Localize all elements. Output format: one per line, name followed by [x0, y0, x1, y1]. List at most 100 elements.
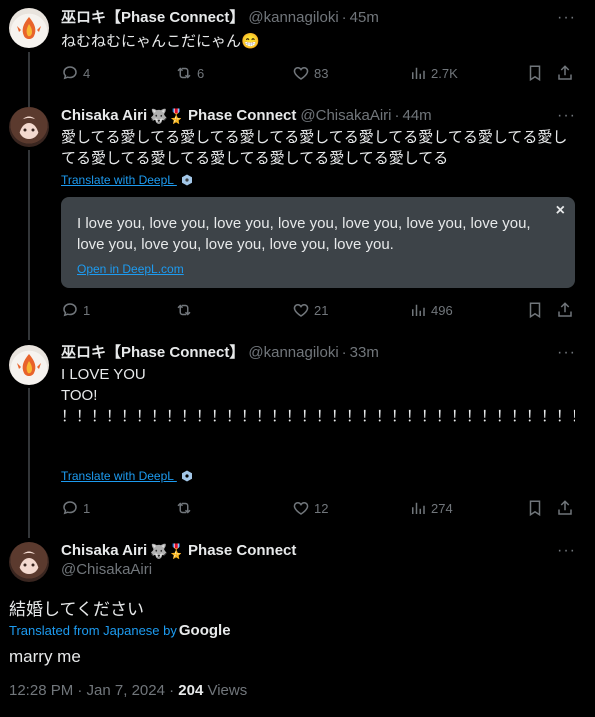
views-button[interactable]: 274 — [409, 498, 453, 518]
views-count: 274 — [431, 500, 453, 516]
bookmark-icon — [529, 500, 541, 517]
retweet-button[interactable]: 6 — [175, 63, 204, 83]
open-deepl-link[interactable]: Open in DeepL.com — [77, 262, 184, 276]
close-icon[interactable]: × — [556, 202, 565, 220]
tweet-header: 巫ロキ【Phase Connect】 @kannagiloki · 33m — [61, 343, 379, 363]
display-name[interactable]: 巫ロキ【Phase Connect】 — [61, 9, 244, 26]
more-options-icon[interactable]: ··· — [557, 543, 575, 564]
like-button[interactable]: 21 — [292, 300, 328, 320]
google-logo: Google — [178, 622, 231, 639]
display-name[interactable]: 巫ロキ【Phase Connect】 — [61, 344, 244, 361]
views-icon — [412, 502, 425, 514]
bookmark-button[interactable] — [526, 300, 544, 320]
tweet-actions: 4 6 83 2.7K — [61, 63, 575, 83]
retweet-icon — [177, 304, 191, 316]
more-options-icon[interactable]: ··· — [557, 345, 575, 366]
like-button[interactable]: 12 — [292, 498, 328, 518]
avatar[interactable] — [9, 345, 49, 385]
tweet-text-line1: I LOVE YOU — [61, 366, 146, 383]
reply-button[interactable]: 1 — [61, 498, 90, 518]
like-count: 12 — [314, 500, 329, 516]
translate-deepl-link[interactable]: Translate with DeepL — [61, 468, 193, 484]
tweet-meta: 12:28 PM · Jan 7, 2024 · 204 Views — [9, 682, 247, 699]
post-time[interactable]: 12:28 PM · Jan 7, 2024 · — [9, 682, 174, 699]
reply-count: 1 — [83, 500, 91, 516]
reply-button[interactable]: 4 — [61, 63, 90, 83]
handle[interactable]: @ChisakaAiri — [300, 107, 391, 124]
display-name[interactable]: Chisaka Airi — [61, 107, 147, 124]
translated-from-label: Translated from Japanese by — [9, 623, 177, 638]
translation-box: I love you, love you, love you, love you… — [61, 197, 575, 288]
avatar[interactable] — [9, 8, 49, 48]
share-button[interactable] — [556, 300, 574, 320]
heart-icon — [293, 303, 309, 317]
more-options-icon[interactable]: ··· — [557, 10, 575, 31]
retweet-button[interactable] — [175, 498, 193, 518]
share-button[interactable] — [556, 63, 574, 83]
main-translation-text: marry me — [9, 647, 81, 666]
tweet-text: TOO! ！！！！！！！！！！！！！！！！！！！！！！！！！！！！！！！！！！！… — [61, 387, 575, 425]
avatar[interactable] — [9, 542, 49, 582]
views-button[interactable]: 2.7K — [409, 63, 458, 83]
retweet-icon — [177, 67, 191, 79]
handle[interactable]: @ChisakaAiri — [61, 561, 152, 578]
reply-icon — [63, 66, 77, 80]
deepl-icon — [181, 470, 192, 482]
reply-button[interactable]: 1 — [61, 300, 90, 320]
like-button[interactable]: 83 — [292, 63, 328, 83]
tweet[interactable]: 巫ロキ【Phase Connect】 @kannagiloki · 33m ··· I… — [0, 337, 595, 532]
wolf-badge-icon: 🐺🎖️ — [150, 108, 186, 124]
main-tweet-text: 結婚してください — [9, 600, 144, 619]
handle[interactable]: @kannagiloki — [248, 9, 338, 26]
display-name[interactable]: Chisaka Airi — [61, 542, 147, 559]
more-options-icon[interactable]: ··· — [557, 108, 575, 129]
deepl-icon — [181, 174, 192, 186]
share-button[interactable] — [556, 498, 574, 518]
translation-text: I love you, love you, love you, love you… — [77, 215, 531, 253]
bookmark-icon — [529, 65, 541, 82]
org-name[interactable]: Phase Connect — [188, 107, 296, 124]
reply-icon — [63, 303, 77, 317]
reply-count: 4 — [83, 65, 91, 81]
timestamp[interactable]: 44m — [403, 107, 432, 124]
like-count: 83 — [314, 65, 329, 81]
bookmark-icon — [529, 302, 541, 319]
tweet-actions: 1 21 496 — [61, 300, 575, 320]
views-icon — [412, 67, 425, 79]
handle[interactable]: @kannagiloki — [248, 344, 338, 361]
tweet-header: 巫ロキ【Phase Connect】 @kannagiloki · 45m — [61, 8, 379, 28]
bookmark-button[interactable] — [526, 63, 544, 83]
views-label: Views — [207, 682, 248, 699]
views-count: 2.7K — [431, 65, 458, 81]
translate-deepl-link[interactable]: Translate with DeepL — [61, 172, 193, 188]
tweet-text: ねむねむにゃんこだにゃん😁 — [61, 33, 260, 50]
wolf-badge-icon: 🐺🎖️ — [150, 543, 186, 559]
org-name[interactable]: Phase Connect — [188, 542, 296, 559]
translated-by-google[interactable]: Translated from Japanese by Google — [9, 622, 231, 639]
timestamp[interactable]: 33m — [350, 344, 379, 361]
separator-dot: · — [394, 107, 400, 124]
views-count: 496 — [431, 302, 453, 318]
retweet-count: 6 — [197, 65, 205, 81]
bookmark-button[interactable] — [526, 498, 544, 518]
share-icon — [558, 500, 572, 515]
tweet-text: 愛してる愛してる愛してる愛してる愛してる愛してる愛してる愛してる愛してる愛してる… — [61, 129, 568, 167]
tweet-actions: 1 12 274 — [61, 498, 575, 518]
views-count: 204 — [178, 682, 204, 699]
tweet[interactable]: 巫ロキ【Phase Connect】 @kannagiloki · 45m ··· ね… — [0, 0, 595, 100]
retweet-icon — [177, 502, 191, 514]
share-icon — [558, 65, 572, 80]
reply-count: 1 — [83, 302, 91, 318]
translate-label: Translate with DeepL — [61, 469, 174, 483]
tweet-header: Chisaka Airi 🐺🎖️ Phase Connect @ChisakaAiri… — [61, 106, 432, 126]
like-count: 21 — [314, 302, 329, 318]
views-button[interactable]: 496 — [409, 300, 453, 320]
share-icon — [558, 302, 572, 317]
main-tweet-header: Chisaka Airi 🐺🎖️ Phase Connect — [61, 541, 296, 561]
views-icon — [412, 304, 425, 316]
retweet-button[interactable] — [175, 300, 193, 320]
timestamp[interactable]: 45m — [350, 9, 379, 26]
heart-icon — [293, 501, 309, 515]
translate-label: Translate with DeepL — [61, 173, 174, 187]
avatar[interactable] — [9, 107, 49, 147]
